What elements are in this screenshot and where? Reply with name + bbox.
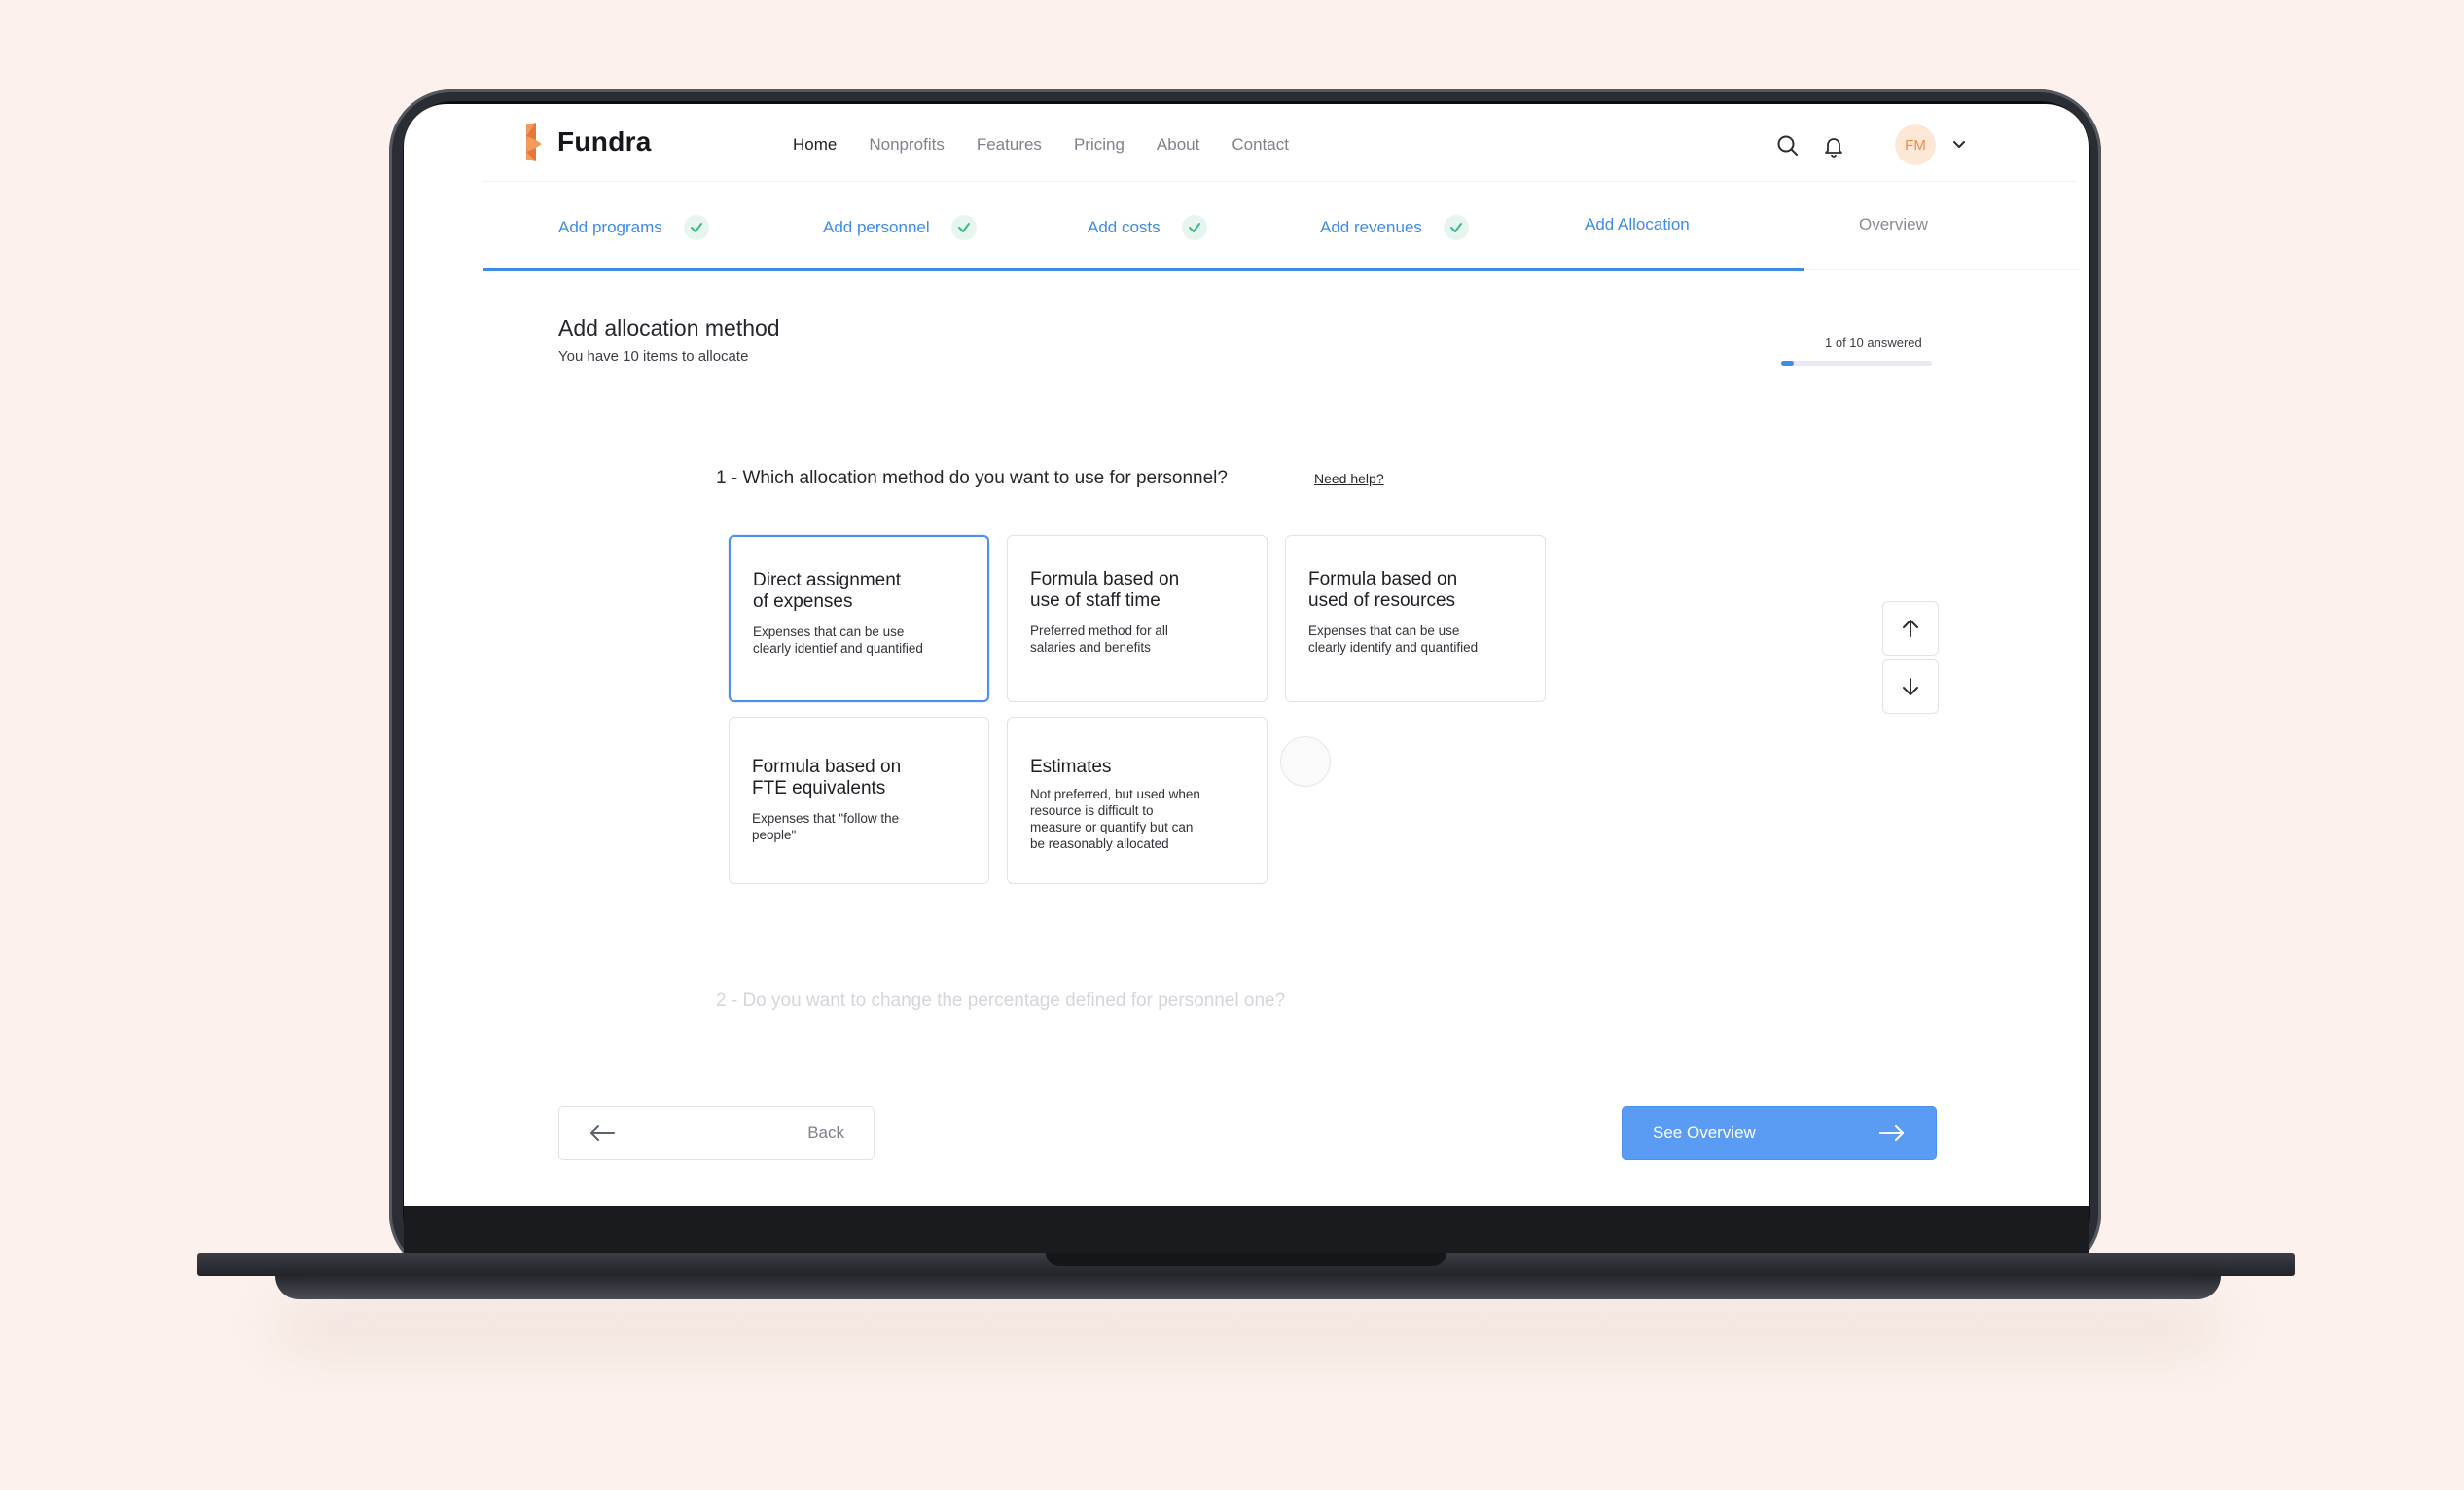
check-icon — [950, 215, 977, 240]
option-staff-time[interactable]: Formula based on use of staff time Prefer… — [1007, 535, 1268, 702]
step-label: Add costs — [1088, 218, 1161, 236]
scroll-down-button[interactable] — [1882, 659, 1939, 714]
search-icon[interactable] — [1775, 133, 1801, 159]
option-title-line: use of staff time — [1030, 590, 1161, 611]
arrow-right-icon — [1879, 1125, 1904, 1141]
question-2: 2 - Do you want to change the percentage… — [716, 990, 1286, 1011]
cursor-indicator — [1280, 736, 1331, 787]
steps-progress — [483, 268, 1804, 271]
laptop-notch — [1046, 1253, 1446, 1266]
need-help-link[interactable]: Need help? — [1314, 471, 1384, 486]
nav-about[interactable]: About — [1157, 135, 1199, 155]
option-desc-line: be reasonably allocated — [1030, 836, 1169, 851]
step-add-allocation[interactable]: Add Allocation — [1585, 215, 1690, 234]
option-desc-line: Expenses that can be use — [753, 624, 905, 639]
option-direct-assignment[interactable]: Direct assignment of expenses Expenses th… — [729, 535, 989, 702]
arrow-up-icon — [1903, 620, 1918, 637]
nav-pricing[interactable]: Pricing — [1074, 135, 1125, 155]
step-add-programs[interactable]: Add programs — [558, 215, 709, 240]
option-title-line: of expenses — [753, 591, 853, 612]
option-fte-equivalents[interactable]: Formula based on FTE equivalents Expenses… — [729, 717, 989, 884]
option-use-of-resources[interactable]: Formula based on used of resources Expens… — [1285, 535, 1546, 702]
main-nav: Home Nonprofits Features Pricing About C… — [793, 135, 1289, 155]
nav-features[interactable]: Features — [977, 135, 1042, 155]
option-title: Formula based on use of staff time — [1030, 569, 1245, 612]
nav-home[interactable]: Home — [793, 135, 837, 155]
option-desc-line: clearly identief and quantified — [753, 641, 923, 656]
option-title: Formula based on FTE equivalents — [752, 757, 967, 799]
brand-logo[interactable]: Fundra — [524, 123, 652, 161]
screen-bottom-bar — [404, 1206, 2089, 1255]
option-description: Expenses that can be use clearly identief… — [753, 623, 966, 656]
step-label: Add programs — [558, 218, 662, 236]
app-screen: Fundra Home Nonprofits Features Pricing … — [404, 104, 2089, 1206]
step-label: Add Allocation — [1585, 215, 1690, 233]
arrow-left-icon — [590, 1125, 615, 1141]
step-label: Add revenues — [1320, 218, 1422, 236]
nav-contact[interactable]: Contact — [1232, 135, 1289, 155]
option-desc-line: Not preferred, but used when — [1030, 787, 1200, 801]
answered-progress-track — [1781, 361, 1932, 366]
fundra-logo-icon — [526, 123, 542, 161]
check-icon — [1443, 215, 1469, 240]
option-desc-line: resource is difficult to — [1030, 803, 1154, 818]
option-description: Preferred method for all salaries and ben… — [1030, 622, 1245, 656]
step-add-costs[interactable]: Add costs — [1088, 215, 1207, 240]
back-button[interactable]: Back — [558, 1106, 875, 1160]
option-desc-line: measure or quantify but can — [1030, 820, 1194, 834]
user-avatar[interactable]: FM — [1895, 124, 1936, 165]
option-title-line: Direct assignment — [753, 570, 902, 590]
header-divider — [482, 181, 2077, 182]
back-button-label: Back — [807, 1123, 844, 1142]
check-icon — [683, 215, 709, 240]
question-1: 1 - Which allocation method do you want … — [716, 468, 1228, 488]
option-title: Direct assignment of expenses — [753, 570, 966, 613]
option-title-line: used of resources — [1308, 590, 1456, 611]
option-desc-line: salaries and benefits — [1030, 640, 1151, 655]
option-title-line: Formula based on — [1030, 569, 1180, 589]
answered-progress-fill — [1781, 361, 1794, 366]
page-title: Add allocation method — [558, 315, 780, 340]
check-icon — [1181, 215, 1207, 240]
step-add-personnel[interactable]: Add personnel — [823, 215, 977, 240]
answered-count: 1 of 10 answered — [1825, 336, 1922, 350]
option-desc-line: Expenses that "follow the — [752, 811, 900, 826]
step-label: Add personnel — [823, 218, 930, 236]
option-description: Expenses that "follow the people" — [752, 810, 967, 843]
chevron-down-icon[interactable] — [1951, 138, 1967, 152]
option-desc-line: clearly identify and quantified — [1308, 640, 1479, 655]
laptop-base-lip — [275, 1276, 2221, 1299]
option-title: Estimates — [1030, 757, 1112, 777]
option-desc-line: Preferred method for all — [1030, 623, 1168, 638]
step-overview[interactable]: Overview — [1859, 215, 1928, 234]
option-desc-line: people" — [752, 828, 797, 842]
page-subtitle: You have 10 items to allocate — [558, 348, 749, 365]
option-title-line: FTE equivalents — [752, 778, 886, 798]
nav-nonprofits[interactable]: Nonprofits — [869, 135, 944, 155]
option-title-line: Formula based on — [752, 757, 902, 777]
scroll-up-button[interactable] — [1882, 601, 1939, 656]
option-description: Expenses that can be use clearly identify… — [1308, 622, 1523, 656]
step-label: Overview — [1859, 215, 1928, 233]
option-title-line: Formula based on — [1308, 569, 1458, 589]
option-estimates[interactable]: Estimates Not preferred, but used when re… — [1007, 717, 1268, 884]
brand-name: Fundra — [557, 126, 652, 157]
step-add-revenues[interactable]: Add revenues — [1320, 215, 1469, 240]
arrow-down-icon — [1903, 678, 1918, 695]
option-desc-line: Expenses that can be use — [1308, 623, 1460, 638]
see-overview-label: See Overview — [1653, 1123, 1756, 1142]
bell-icon[interactable] — [1821, 133, 1846, 159]
option-title: Formula based on used of resources — [1308, 569, 1523, 612]
see-overview-button[interactable]: See Overview — [1622, 1106, 1937, 1160]
option-description: Not preferred, but used when resource is … — [1030, 786, 1245, 852]
